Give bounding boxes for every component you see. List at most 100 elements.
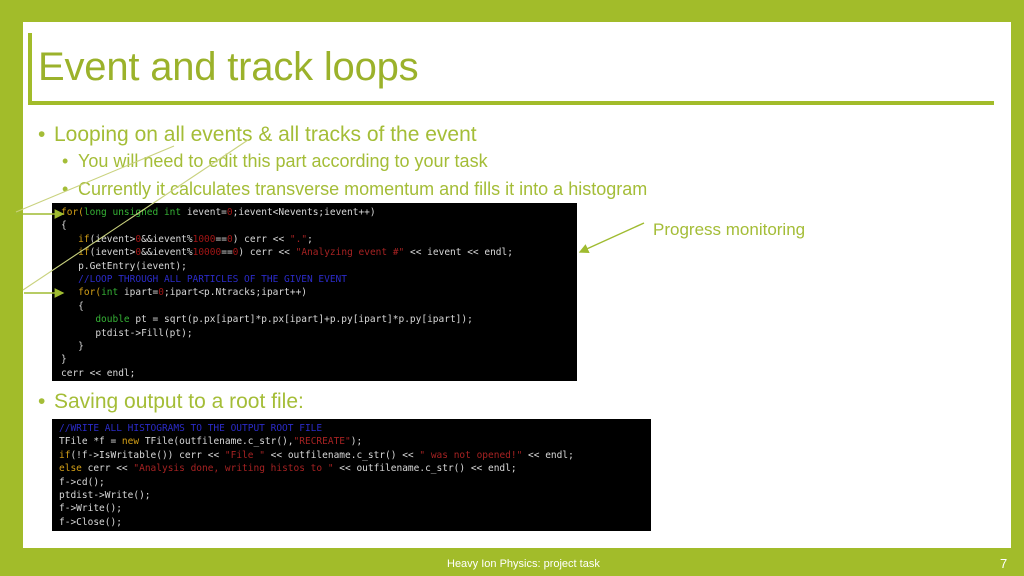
code-token: ) cerr << bbox=[232, 233, 290, 245]
code-token: double bbox=[95, 314, 130, 326]
code-line: } bbox=[61, 353, 577, 366]
code-token: for( bbox=[78, 287, 102, 299]
code-line: f->Write(); bbox=[59, 502, 651, 515]
code-line: //LOOP THROUGH ALL PARTICLES OF THE GIVE… bbox=[61, 273, 577, 286]
code-token: else bbox=[59, 463, 82, 475]
code-token: ptdist->Fill(pt); bbox=[61, 327, 193, 339]
code-token: << ievent << endl; bbox=[404, 247, 513, 259]
code-block-save-root: //WRITE ALL HISTOGRAMS TO THE OUTPUT ROO… bbox=[52, 419, 651, 531]
code-line: else cerr << "Analysis done, writing his… bbox=[59, 462, 651, 475]
code-token: << endl; bbox=[522, 449, 574, 461]
code-token: &&ievent% bbox=[141, 233, 193, 245]
code-token: "File " bbox=[224, 449, 265, 461]
code-token: ;ievent<Nevents;ievent++) bbox=[232, 207, 376, 218]
code-token: long unsigned int bbox=[83, 207, 182, 218]
code-token: //WRITE ALL HISTOGRAMS TO THE OUTPUT ROO… bbox=[59, 423, 323, 434]
bullet-saving-output: • Saving output to a root file: bbox=[38, 389, 304, 415]
bullet-marker-icon: • bbox=[62, 151, 69, 171]
bullet-looping: • Looping on all events & all tracks of t… bbox=[38, 122, 477, 148]
code-token: ptdist->Write(); bbox=[59, 490, 151, 502]
bullet-saving-label: Saving output to a root file: bbox=[54, 390, 304, 413]
code-line: { bbox=[61, 300, 577, 313]
code-token: ;ipart<p.Ntracks;ipart++) bbox=[164, 287, 308, 299]
code-token: if bbox=[59, 449, 71, 461]
code-token: } bbox=[61, 354, 67, 366]
code-token: 10000 bbox=[192, 247, 222, 259]
code-line: cerr << endl; bbox=[61, 367, 577, 380]
bullet-marker-icon: • bbox=[38, 123, 46, 146]
slide-canvas: Event and track loops • Looping on all ev… bbox=[0, 0, 1024, 576]
code-token: cerr << endl; bbox=[61, 367, 136, 379]
code-line: TFile *f = new TFile(outfilename.c_str()… bbox=[59, 435, 651, 448]
code-token: (ievent> bbox=[89, 247, 136, 259]
code-token: { bbox=[61, 300, 84, 312]
footer-text: Heavy Ion Physics: project task bbox=[447, 558, 600, 570]
frame-left-band bbox=[0, 0, 23, 576]
code-line: if(!f->IsWritable()) cerr << "File " << … bbox=[59, 449, 651, 462]
code-token: p.GetEntry(ievent); bbox=[61, 260, 187, 272]
bullet-looping-label: Looping on all events & all tracks of th… bbox=[54, 123, 477, 146]
code-line: double pt = sqrt(p.px[ipart]*p.px[ipart]… bbox=[61, 313, 577, 326]
code-token: (!f->IsWritable()) cerr << bbox=[70, 449, 225, 461]
title-vertical-rule bbox=[28, 33, 32, 105]
bullet-currently-label: Currently it calculates transverse momen… bbox=[78, 179, 648, 199]
code-token: f->Close(); bbox=[59, 516, 122, 528]
code-token: cerr << bbox=[81, 463, 134, 475]
frame-top-band bbox=[0, 0, 1024, 22]
page-number: 7 bbox=[1000, 556, 1008, 571]
code-token: "." bbox=[289, 233, 308, 245]
code-token: ); bbox=[350, 436, 363, 448]
code-token: "Analysis done, writing histos to " bbox=[133, 463, 334, 475]
code-block-event-loop: for(long unsigned int ievent=0;ievent<Ne… bbox=[52, 203, 577, 381]
code-token: &&ievent% bbox=[141, 247, 193, 259]
code-line: { bbox=[61, 219, 577, 232]
annotation-progress-monitoring: Progress monitoring bbox=[653, 220, 806, 239]
code-token: if bbox=[78, 233, 90, 245]
bullet-marker-icon: • bbox=[38, 390, 46, 413]
code-line: for(int ipart=0;ipart<p.Ntracks;ipart++) bbox=[61, 286, 577, 299]
code-token: ipart= bbox=[118, 287, 159, 299]
code-token: if bbox=[78, 247, 90, 259]
frame-right-band bbox=[1011, 0, 1024, 576]
code-token: << outfilename.c_str() << endl; bbox=[333, 463, 517, 475]
code-token: == bbox=[215, 233, 227, 245]
code-line: f->cd(); bbox=[59, 476, 651, 489]
code-token: ievent= bbox=[181, 207, 227, 218]
code-token: 1000 bbox=[192, 233, 216, 245]
code-line: ptdist->Fill(pt); bbox=[61, 327, 577, 340]
title-horizontal-rule bbox=[28, 101, 994, 105]
code-token: "Analyzing event #" bbox=[295, 247, 405, 259]
bullet-edit-part: • You will need to edit this part accordi… bbox=[62, 150, 488, 173]
code-line: if(ievent>0&&ievent%10000==0) cerr << "A… bbox=[61, 246, 577, 259]
code-token: { bbox=[61, 220, 67, 232]
code-token: == bbox=[221, 247, 233, 259]
code-token: f->cd(); bbox=[59, 476, 105, 488]
code-token: ) cerr << bbox=[238, 247, 296, 259]
code-line: //WRITE ALL HISTOGRAMS TO THE OUTPUT ROO… bbox=[59, 422, 651, 435]
code-token: //LOOP THROUGH ALL PARTICLES OF THE GIVE… bbox=[61, 274, 347, 286]
code-token: ; bbox=[307, 233, 313, 245]
code-token: int bbox=[101, 287, 119, 299]
bullet-edit-part-label: You will need to edit this part accordin… bbox=[78, 151, 488, 171]
code-token: "RECREATE" bbox=[293, 436, 351, 448]
code-line: p.GetEntry(ievent); bbox=[61, 260, 577, 273]
code-token: for( bbox=[61, 207, 84, 218]
code-token: new bbox=[121, 436, 140, 448]
code-token: TFile(outfilename.c_str(), bbox=[139, 436, 294, 448]
code-line: ptdist->Write(); bbox=[59, 489, 651, 502]
bullet-currently-calculates: • Currently it calculates transverse mome… bbox=[62, 178, 647, 201]
code-token: } bbox=[61, 341, 84, 353]
code-line: f->Close(); bbox=[59, 516, 651, 529]
code-token: << outfilename.c_str() << bbox=[264, 449, 420, 461]
code-line: if(ievent>0&&ievent%1000==0) cerr << "."… bbox=[61, 233, 577, 246]
code-token: TFile *f = bbox=[59, 436, 122, 448]
code-token: (ievent> bbox=[89, 233, 136, 245]
code-token: pt = sqrt(p.px[ipart]*p.px[ipart]+p.py[i… bbox=[129, 314, 473, 326]
code-token: f->Write(); bbox=[59, 503, 122, 515]
page-title: Event and track loops bbox=[38, 45, 419, 89]
bullet-marker-icon: • bbox=[62, 179, 69, 199]
code-line: for(long unsigned int ievent=0;ievent<Ne… bbox=[61, 206, 577, 219]
